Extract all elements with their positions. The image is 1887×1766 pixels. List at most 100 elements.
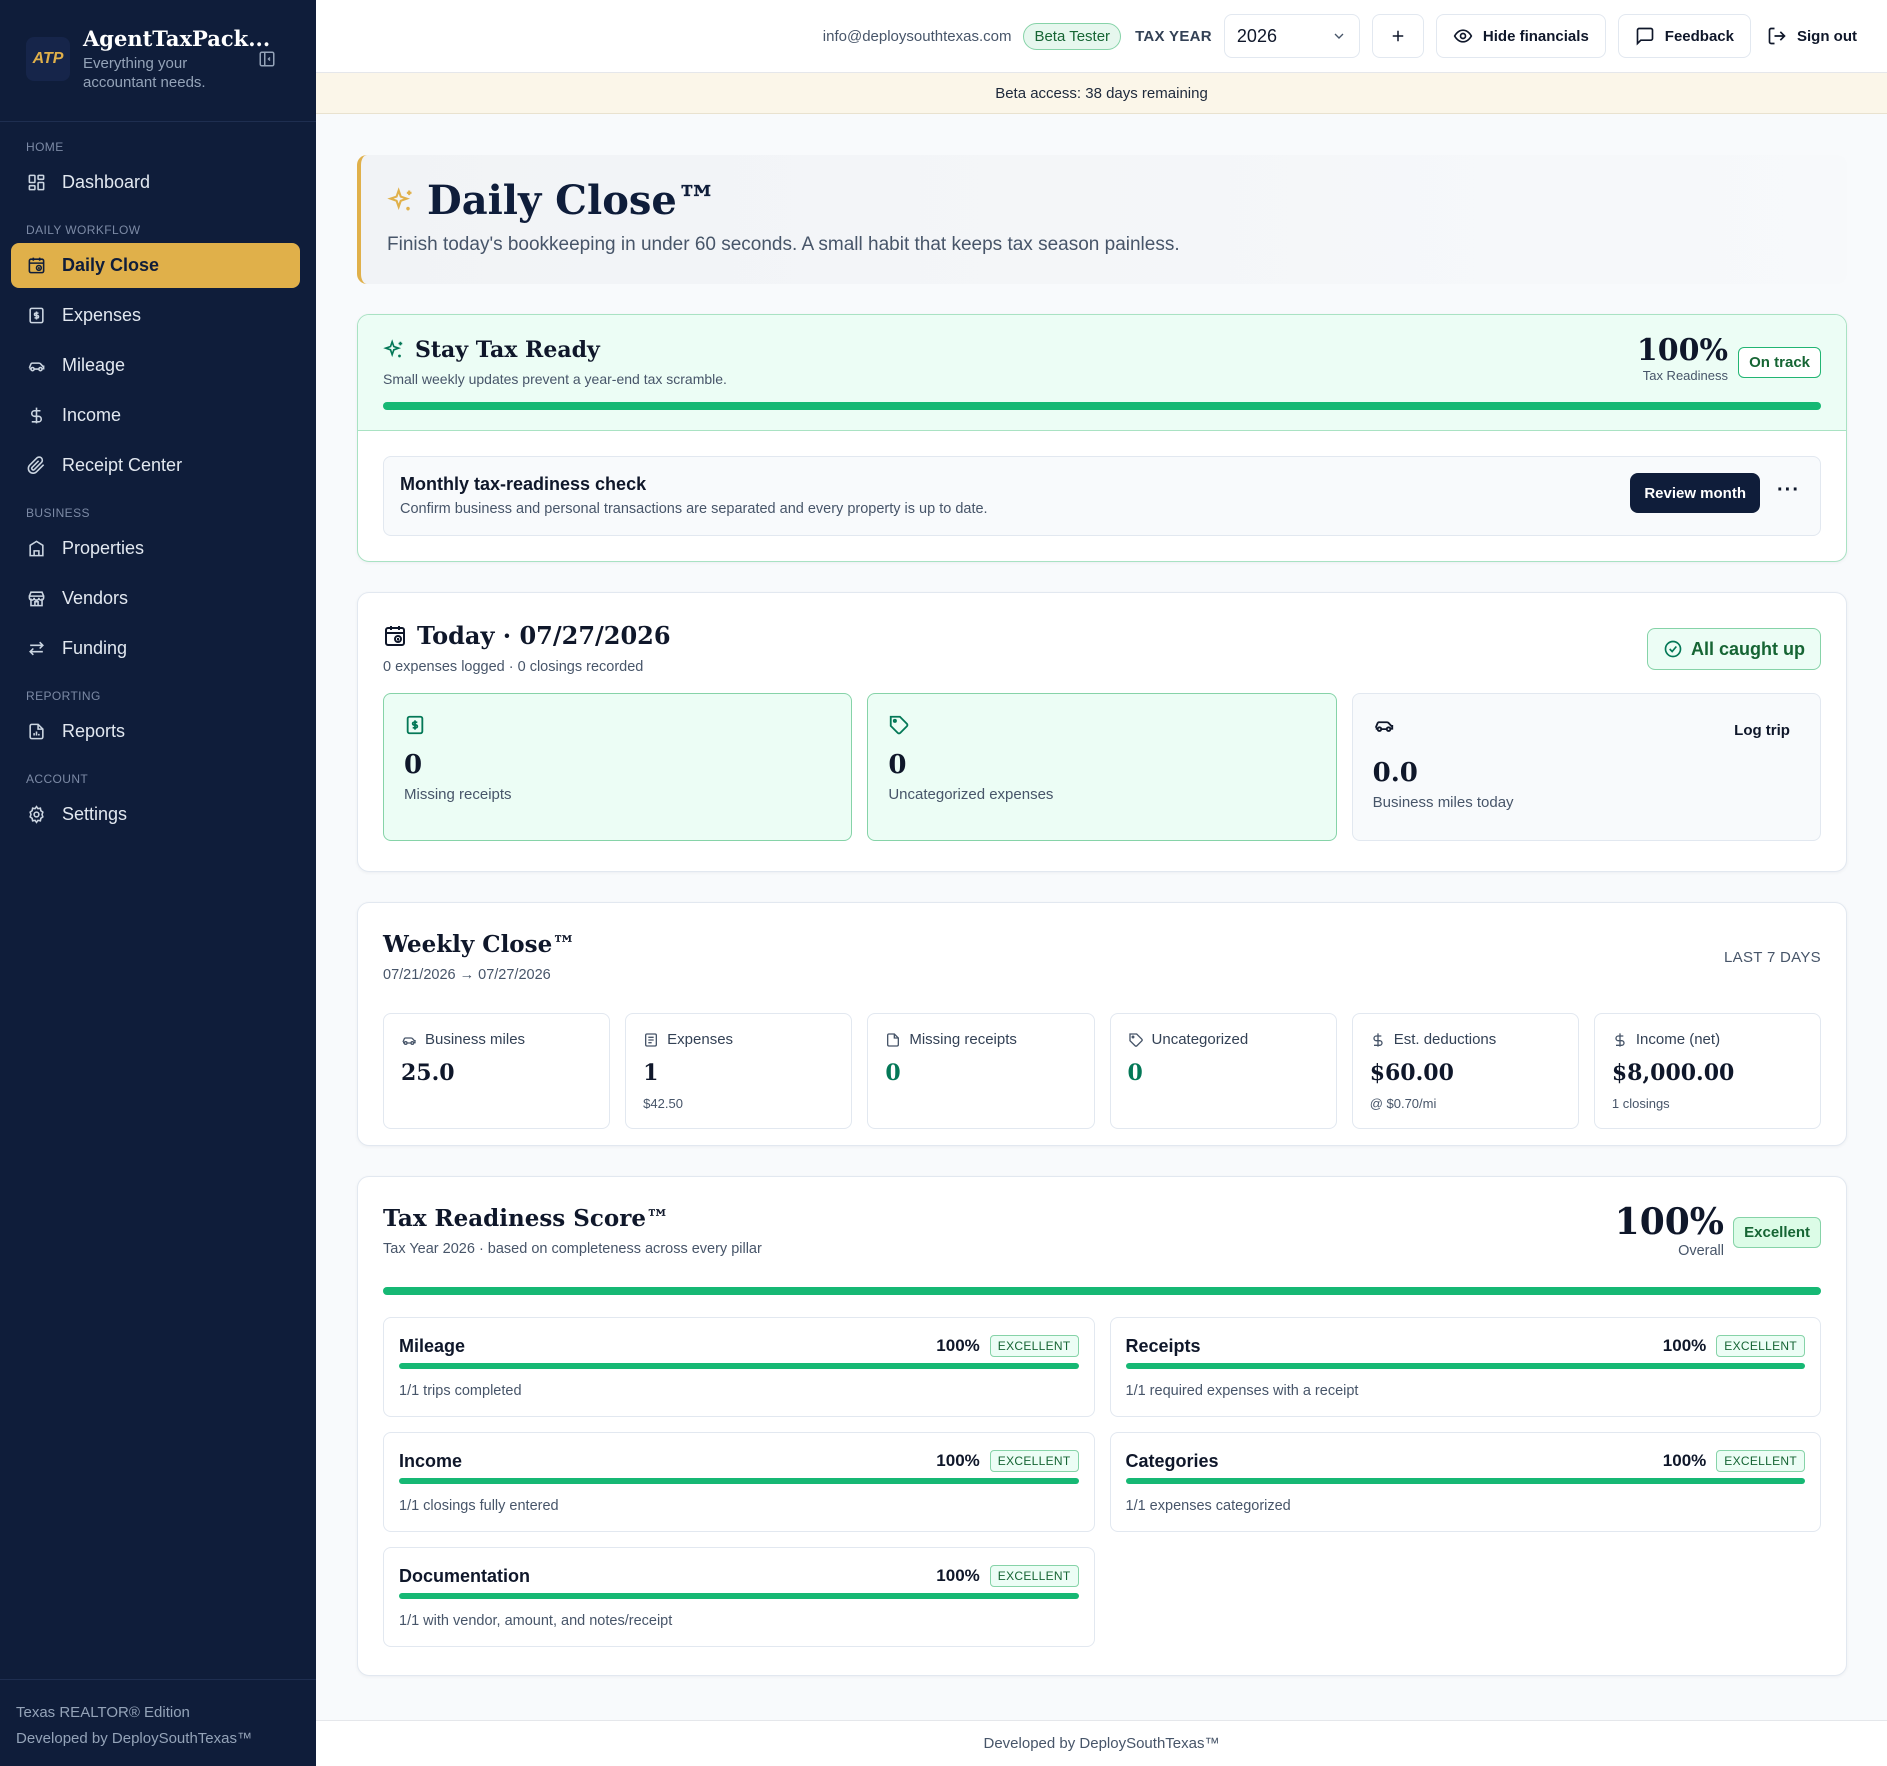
nav-section-account: ACCOUNT	[26, 772, 89, 786]
pillar-percent: 100%	[1662, 1451, 1707, 1470]
check-circle-icon	[1663, 639, 1683, 659]
receipt-icon	[643, 1032, 659, 1048]
sidebar-item-vendors[interactable]: Vendors	[11, 576, 300, 621]
sidebar-item-label: Income	[62, 405, 122, 425]
pillar-progress	[399, 1478, 1079, 1484]
calendar-clock-icon	[383, 624, 407, 648]
paperclip-icon	[27, 456, 46, 475]
sidebar-item-label: Expenses	[62, 305, 142, 325]
log-trip-button[interactable]: Log trip	[1734, 722, 1790, 739]
stay-tax-ready-subtitle: Small weekly updates prevent a year-end …	[383, 371, 727, 387]
monthly-check-subtitle: Confirm business and personal transactio…	[400, 501, 988, 517]
log-out-icon	[1767, 26, 1787, 46]
sidebar-item-mileage[interactable]: Mileage	[11, 343, 300, 388]
pillar-name: Categories	[1125, 1450, 1219, 1471]
sidebar-item-daily-close[interactable]: Daily Close	[11, 243, 300, 288]
app-name: AgentTaxPack...	[83, 26, 271, 51]
pillar-note: 1/1 closings fully entered	[399, 1498, 559, 1514]
tax-readiness-label: Tax Readiness	[1642, 368, 1728, 383]
developer-credit: Developed by DeploySouthTexas™	[16, 1730, 252, 1747]
more-options-icon[interactable]: ···	[1777, 480, 1800, 500]
sidebar-item-reports[interactable]: Reports	[11, 709, 300, 754]
store-icon	[27, 589, 46, 608]
period-label: LAST 7 DAYS	[1724, 949, 1821, 966]
sidebar-item-label: Mileage	[62, 355, 126, 375]
pillar-name: Receipts	[1125, 1335, 1201, 1356]
beta-banner: Beta access: 38 days remaining	[316, 73, 1887, 114]
missing-receipts-tile[interactable]: 0 Missing receipts	[383, 693, 853, 841]
weekly-close-card: Weekly Close™ 07/21/2026 → 07/27/2026 LA…	[357, 902, 1847, 1146]
calendar-clock-icon	[27, 256, 46, 275]
pillar-note: 1/1 with vendor, amount, and notes/recei…	[399, 1613, 673, 1629]
weekly-tile-uncategorized: Uncategorized 0	[1109, 1013, 1337, 1129]
chevron-down-icon	[1331, 28, 1347, 44]
tile-label: Uncategorized	[1151, 1031, 1249, 1048]
pillar-documentation: Documentation 100% EXCELLENT 1/1 with vend…	[383, 1547, 1095, 1647]
uncategorized-label: Uncategorized expenses	[888, 786, 1054, 803]
sparkles-icon	[383, 339, 405, 361]
tile-label: Business miles	[425, 1031, 526, 1048]
sidebar-item-income[interactable]: Income	[11, 393, 300, 438]
app-logo[interactable]: ATP	[26, 37, 70, 81]
car-icon	[27, 356, 46, 375]
sidebar-item-receipt-center[interactable]: Receipt Center	[11, 443, 300, 488]
business-miles-value: 0.0	[1372, 758, 1418, 788]
pillar-badge: EXCELLENT	[989, 1565, 1079, 1587]
pillar-name: Documentation	[399, 1565, 531, 1586]
pillar-note: 1/1 trips completed	[399, 1383, 522, 1399]
pillar-badge: EXCELLENT	[989, 1335, 1079, 1357]
add-button[interactable]	[1371, 14, 1424, 58]
weekly-tile-est-deductions: Est. deductions $60.00 @ $0.70/mi	[1351, 1013, 1579, 1129]
feedback-label: Feedback	[1664, 27, 1734, 45]
excellent-badge: Excellent	[1733, 1217, 1821, 1248]
beta-tester-badge: Beta Tester	[1023, 22, 1122, 50]
dashboard-icon	[27, 173, 46, 192]
tag-icon	[888, 714, 1315, 736]
tile-value: 0	[885, 1060, 901, 1086]
tile-label: Expenses	[667, 1031, 734, 1048]
business-miles-label: Business miles today	[1372, 794, 1514, 811]
tax-readiness-progress	[383, 402, 1821, 410]
pillar-categories: Categories 100% EXCELLENT 1/1 expenses cat…	[1109, 1432, 1821, 1532]
sidebar-item-properties[interactable]: Properties	[11, 526, 300, 571]
sidebar-item-label: Settings	[62, 804, 128, 824]
tax-year-label: TAX YEAR	[1135, 27, 1212, 45]
overall-score: 100%	[1614, 1201, 1724, 1243]
pillar-badge: EXCELLENT	[1716, 1335, 1805, 1357]
sidebar-item-expenses[interactable]: Expenses	[11, 293, 300, 338]
sidebar-collapse-icon[interactable]	[258, 50, 276, 68]
nav-section-reporting: REPORTING	[26, 689, 101, 703]
feedback-button[interactable]: Feedback	[1617, 14, 1751, 58]
tax-readiness-score-card: Tax Readiness Score™ Tax Year 2026 · bas…	[357, 1176, 1847, 1676]
weekly-close-title: Weekly Close™	[383, 931, 576, 958]
main-content: Daily Close™ Finish today's bookkeeping …	[357, 155, 1847, 1676]
brand-header: ATP AgentTaxPack... Everything your acco…	[0, 0, 316, 122]
tile-value: $60.00	[1369, 1060, 1454, 1086]
tile-note: $42.50	[643, 1096, 683, 1111]
app-tagline: Everything your accountant needs.	[83, 55, 206, 91]
receipt-dollar-icon	[404, 714, 831, 736]
tile-label: Missing receipts	[909, 1031, 1017, 1048]
readiness-subtitle: Tax Year 2026 · based on completeness ac…	[383, 1241, 762, 1257]
user-email: info@deploysouthtexas.com	[822, 27, 1012, 45]
pillar-mileage: Mileage 100% EXCELLENT 1/1 trips completed	[383, 1317, 1095, 1417]
pillar-note: 1/1 expenses categorized	[1125, 1498, 1291, 1514]
eye-icon	[1453, 26, 1473, 46]
sidebar-item-label: Daily Close	[62, 255, 160, 275]
sidebar-item-label: Properties	[62, 538, 145, 558]
sign-out-label: Sign out	[1797, 27, 1857, 45]
pillar-badge: EXCELLENT	[989, 1450, 1079, 1472]
uncategorized-expenses-tile[interactable]: 0 Uncategorized expenses	[867, 693, 1337, 841]
hide-financials-button[interactable]: Hide financials	[1435, 14, 1606, 58]
sidebar-item-dashboard[interactable]: Dashboard	[11, 160, 300, 205]
pillar-grid: Mileage 100% EXCELLENT 1/1 trips completed…	[383, 1317, 1821, 1647]
pillar-progress	[1125, 1363, 1805, 1369]
sidebar-item-settings[interactable]: Settings	[11, 792, 300, 837]
pillar-percent: 100%	[1662, 1336, 1707, 1355]
sparkles-icon	[387, 186, 415, 215]
sign-out-button[interactable]: Sign out	[1763, 14, 1861, 58]
review-month-button[interactable]: Review month	[1630, 473, 1760, 513]
sidebar-item-funding[interactable]: Funding	[11, 626, 300, 671]
tax-year-select[interactable]: 2026	[1223, 14, 1360, 58]
pillar-income: Income 100% EXCELLENT 1/1 closings fully e…	[383, 1432, 1095, 1532]
